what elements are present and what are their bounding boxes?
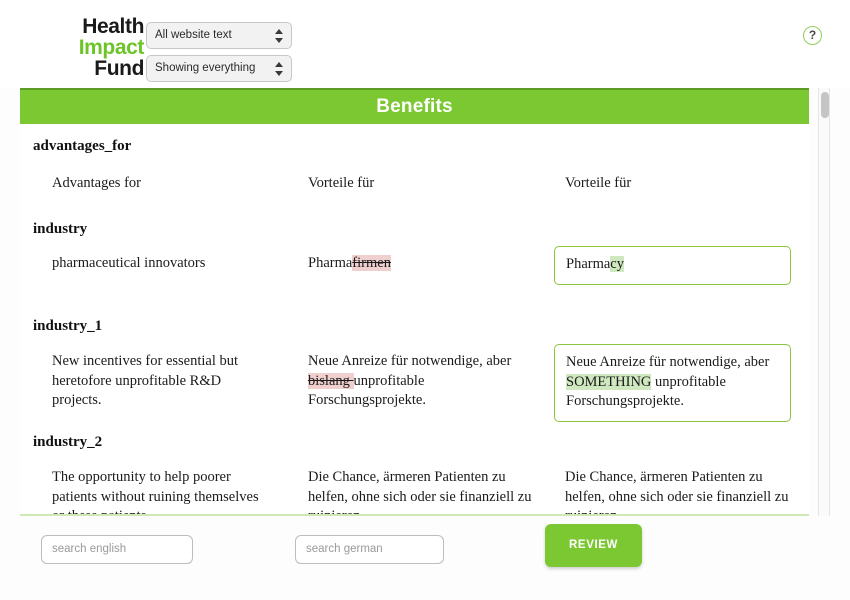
entries-scroll-area[interactable]: advantages_for Advantages for Vorteile für… xyxy=(20,124,809,516)
entry-key-label: advantages_for xyxy=(33,138,132,154)
scope-select[interactable]: All website text xyxy=(146,22,292,49)
search-german-input[interactable]: search german xyxy=(295,535,444,564)
logo-line-health: Health xyxy=(82,15,144,38)
question-mark-icon[interactable]: ? xyxy=(803,26,822,45)
german-text-span: Neue Anreize für notwendige, aber xyxy=(308,353,512,369)
edited-text-span: Vorteile für xyxy=(565,175,632,191)
edited-text-span: Die Chance, ärmeren Patienten zu helfen,… xyxy=(565,469,789,516)
entry-key-label: industry xyxy=(33,221,88,237)
german-text-span: Die Chance, ärmeren Patienten zu helfen,… xyxy=(308,469,532,516)
filter-select-value: Showing everything xyxy=(155,62,256,74)
entry-key-label: industry_1 xyxy=(33,318,103,334)
scrollbar-thumb[interactable] xyxy=(821,92,829,118)
german-text-span: Pharma xyxy=(308,255,353,271)
entry-key-label: industry_2 xyxy=(33,434,103,450)
deleted-text-span: firmen xyxy=(352,255,391,271)
entry-translation-editor[interactable]: Pharmacy xyxy=(554,246,791,285)
entry-english-text: The opportunity to help poorer patients … xyxy=(52,469,259,516)
entry-english-text: Advantages for xyxy=(52,175,141,191)
search-english-input[interactable]: search english xyxy=(41,535,193,564)
edited-text-span: Neue Anreize für notwendige, aber xyxy=(566,354,770,370)
added-text-span: SOMETHING xyxy=(566,373,652,390)
review-button[interactable]: REVIEW xyxy=(545,524,642,567)
entry-english-text: pharmaceutical innovators xyxy=(52,255,206,271)
entry-german-text: Die Chance, ärmeren Patienten zu helfen,… xyxy=(308,468,536,516)
edited-text-span: Pharma xyxy=(566,256,611,272)
deleted-text-span: bislang xyxy=(308,372,354,389)
logo-line-fund: Fund xyxy=(94,57,144,80)
scope-select-value: All website text xyxy=(155,29,232,41)
filter-select[interactable]: Showing everything xyxy=(146,55,292,82)
search-english-placeholder: search english xyxy=(52,543,127,555)
section-banner-title: Benefits xyxy=(20,88,809,124)
page-header: Health Impact Fund All website text Show… xyxy=(0,0,850,88)
entry-translation-editor[interactable]: Neue Anreize für notwendige, aber SOMETH… xyxy=(554,344,791,422)
entry-edited-text[interactable]: Vorteile für xyxy=(565,174,805,194)
logo: Health Impact Fund xyxy=(20,15,145,80)
added-text-span: cy xyxy=(610,256,624,272)
entry-edited-text[interactable]: Die Chance, ärmeren Patienten zu helfen,… xyxy=(565,468,805,516)
search-german-placeholder: search german xyxy=(306,543,383,555)
app-root: Health Impact Fund All website text Show… xyxy=(0,0,850,600)
entry-german-text: Vorteile für xyxy=(308,174,536,194)
entry-german-text: Neue Anreize für notwendige, aber bislan… xyxy=(308,352,536,411)
page-footer: search english search german xyxy=(0,516,850,600)
updown-arrows-icon xyxy=(275,28,284,43)
logo-line-impact: Impact xyxy=(78,36,145,59)
entry-english-text: New incentives for essential but heretof… xyxy=(52,353,239,408)
vertical-scrollbar[interactable] xyxy=(818,88,830,516)
updown-arrows-icon xyxy=(275,61,284,76)
entry-german-text: Pharmafirmen xyxy=(308,254,536,274)
german-text-span: Vorteile für xyxy=(308,175,375,191)
